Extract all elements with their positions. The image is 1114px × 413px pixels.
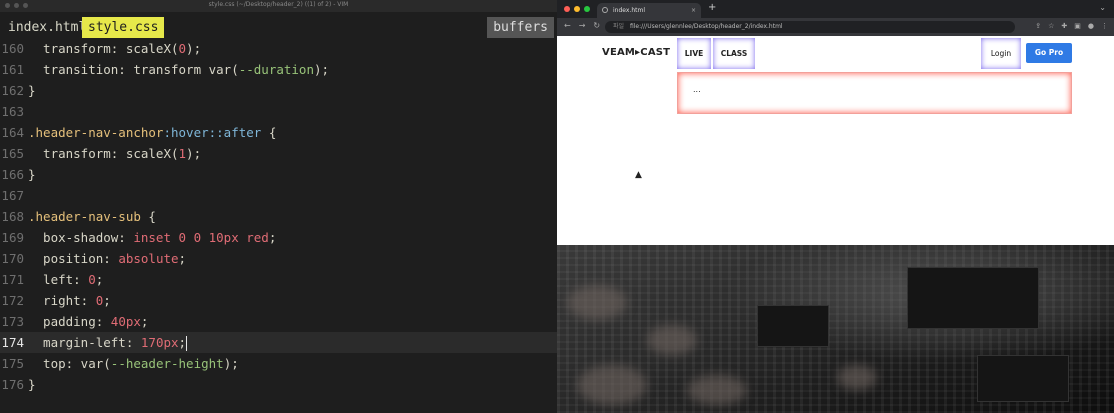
line-text: position: absolute; (28, 251, 187, 266)
tab-index-html[interactable]: index.html (2, 17, 92, 38)
line-text: } (28, 167, 36, 182)
code-area[interactable]: 160 transform: scaleX(0); 161 transition:… (0, 38, 557, 395)
line-number: 171 (1, 272, 24, 287)
traffic-lights[interactable] (564, 6, 590, 12)
code-line[interactable]: 166} (0, 164, 557, 185)
header-nav-sub: ... (677, 72, 1072, 114)
line-number: 172 (1, 293, 24, 308)
nav-live[interactable]: LIVE (677, 38, 711, 69)
file-scheme-label: 파일 (613, 23, 625, 30)
browser-tab[interactable]: index.html × (597, 3, 701, 18)
line-number: 175 (1, 356, 24, 371)
profile-icon[interactable]: ● (1088, 22, 1094, 30)
code-line[interactable]: 162} (0, 80, 557, 101)
forward-icon[interactable]: → (579, 21, 586, 30)
line-number: 164 (1, 125, 24, 140)
code-line[interactable]: 170 position: absolute; (0, 248, 557, 269)
code-line[interactable]: 173 padding: 40px; (0, 311, 557, 332)
line-number: 168 (1, 209, 24, 224)
line-text: .header-nav-anchor:hover::after { (28, 125, 277, 140)
back-icon[interactable]: ← (564, 21, 571, 30)
line-text: padding: 40px; (28, 314, 149, 329)
share-icon[interactable]: ⇪ (1035, 22, 1041, 30)
line-number: 161 (1, 62, 24, 77)
code-line[interactable]: 176} (0, 374, 557, 395)
line-text: right: 0; (28, 293, 111, 308)
line-text: } (28, 83, 36, 98)
line-text: transform: scaleX(1); (28, 146, 202, 161)
code-line[interactable]: 174 margin-left: 170px; (0, 332, 557, 353)
line-number: 160 (1, 41, 24, 56)
login-button[interactable]: Login (981, 38, 1021, 69)
line-text: transform: scaleX(0); (28, 41, 202, 56)
code-line[interactable]: 168 .header-nav-sub { (0, 206, 557, 227)
new-tab-button[interactable]: + (708, 2, 716, 13)
web-page: VEAM▸CAST LIVE CLASS Login Go Pro ... ▲ (557, 36, 1114, 245)
line-text: top: var(--header-height); (28, 356, 239, 371)
menu-icon[interactable]: ⋮ (1101, 22, 1108, 30)
globe-icon (602, 7, 608, 13)
browser-tab-title: index.html (613, 7, 645, 14)
line-number: 163 (1, 104, 24, 119)
line-number: 166 (1, 167, 24, 182)
browser-window: index.html × + ⌄ ← → ↻ 파일 file:///Users/… (557, 0, 1114, 413)
line-number: 169 (1, 230, 24, 245)
browser-tabstrip: index.html × + ⌄ (557, 0, 1114, 18)
line-number: 173 (1, 314, 24, 329)
code-line[interactable]: 163 (0, 101, 557, 122)
code-line[interactable]: 161 transition: transform var(--duration… (0, 59, 557, 80)
line-number: 176 (1, 377, 24, 392)
line-text: } (28, 377, 36, 392)
sidebar-icon[interactable]: ▣ (1074, 22, 1081, 30)
go-pro-button[interactable]: Go Pro (1026, 43, 1072, 63)
site-logo[interactable]: VEAM▸CAST (602, 47, 670, 58)
close-icon[interactable]: × (691, 3, 696, 18)
line-number: 162 (1, 83, 24, 98)
code-line[interactable]: 167 (0, 185, 557, 206)
window-title: style.css (~/Desktop/header_2) ((1) of 2… (208, 1, 349, 8)
mouse-cursor-icon: ▲ (635, 170, 642, 180)
vim-tabline: index.html style.css buffers (0, 12, 557, 38)
line-text: margin-left: 170px; (28, 335, 187, 350)
code-line[interactable]: 175 top: var(--header-height); (0, 353, 557, 374)
code-line[interactable]: 171 left: 0; (0, 269, 557, 290)
url-text: file:///Users/glennlee/Desktop/header_2/… (629, 23, 783, 30)
circuit-board-background-image (557, 245, 1114, 413)
tab-style-css[interactable]: style.css (82, 17, 165, 38)
browser-toolbar: ← → ↻ 파일 file:///Users/glennlee/Desktop/… (557, 18, 1114, 36)
code-line[interactable]: 165 transform: scaleX(1); (0, 143, 557, 164)
code-line[interactable]: 164 .header-nav-anchor:hover::after { (0, 122, 557, 143)
code-line[interactable]: 172 right: 0; (0, 290, 557, 311)
code-line[interactable]: 169 box-shadow: inset 0 0 10px red; (0, 227, 557, 248)
chevron-down-icon[interactable]: ⌄ (1099, 3, 1106, 12)
vim-editor: style.css (~/Desktop/header_2) ((1) of 2… (0, 0, 557, 413)
line-number: 167 (1, 188, 24, 203)
star-icon[interactable]: ☆ (1048, 22, 1054, 30)
reload-icon[interactable]: ↻ (593, 21, 600, 30)
code-line[interactable]: 160 transform: scaleX(0); (0, 38, 557, 59)
vim-titlebar: style.css (~/Desktop/header_2) ((1) of 2… (0, 0, 557, 12)
line-number: 174 (1, 335, 24, 350)
line-text: .header-nav-sub { (28, 209, 156, 224)
line-number: 170 (1, 251, 24, 266)
buffers-indicator: buffers (487, 17, 554, 38)
line-text: box-shadow: inset 0 0 10px red; (28, 230, 277, 245)
sub-menu-placeholder: ... (693, 85, 701, 94)
address-bar[interactable]: 파일 file:///Users/glennlee/Desktop/header… (605, 21, 1015, 33)
line-text: left: 0; (28, 272, 104, 287)
extensions-icon[interactable]: ✚ (1061, 22, 1067, 30)
nav-class[interactable]: CLASS (713, 38, 755, 69)
line-number: 165 (1, 146, 24, 161)
line-text: transition: transform var(--duration); (28, 62, 330, 77)
text-cursor (186, 336, 188, 351)
